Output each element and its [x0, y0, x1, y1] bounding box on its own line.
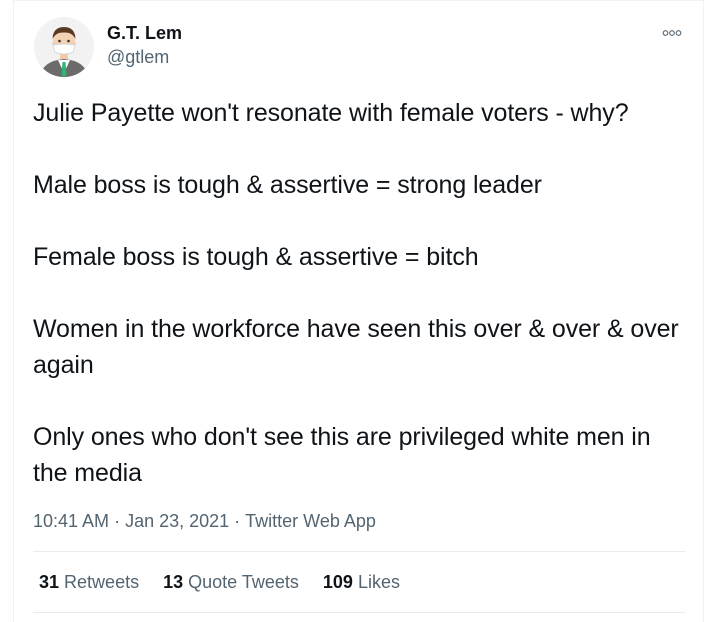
likes-stat[interactable]: 109 Likes [323, 571, 400, 593]
masked-man-avatar-icon [34, 17, 94, 77]
avatar[interactable] [34, 17, 94, 77]
tweet-paragraph: Julie Payette won't resonate with female… [33, 99, 629, 127]
author-handle[interactable]: @gtlem [107, 46, 169, 68]
quote-tweets-label: Quote Tweets [188, 572, 299, 592]
divider [33, 612, 685, 613]
likes-count: 109 [322, 572, 353, 592]
tweet-card: G.T. Lem @gtlem Julie Payette won't reso… [13, 0, 704, 622]
engagement-stats: 31 Retweets 13 Quote Tweets 109 Likes [39, 571, 400, 593]
retweets-label: Retweets [64, 572, 140, 592]
tweet-metadata: 10:41 AM · Jan 23, 2021 · Twitter Web App [33, 509, 376, 533]
tweet-paragraph: Women in the workforce have seen this ov… [33, 315, 679, 379]
tweet-source-link[interactable]: Twitter Web App [245, 511, 376, 531]
meta-separator: · [114, 511, 121, 531]
quote-tweets-stat[interactable]: 13 Quote Tweets [163, 571, 299, 593]
tweet-timestamp-link[interactable]: 10:41 AM · Jan 23, 2021 [33, 511, 229, 531]
tweet-text: Julie Payette won't resonate with female… [33, 95, 688, 491]
more-options-button[interactable] [660, 23, 684, 43]
meta-separator: · [234, 511, 241, 531]
divider [33, 551, 685, 552]
more-horizontal-icon [662, 30, 682, 36]
likes-label: Likes [357, 572, 400, 592]
quote-tweets-count: 13 [163, 572, 184, 592]
tweet-paragraph: Female boss is tough & assertive = bitch [33, 243, 479, 271]
tweet-paragraph: Only ones who don't see this are privile… [33, 423, 651, 487]
retweets-stat[interactable]: 31 Retweets [39, 571, 139, 593]
author-display-name[interactable]: G.T. Lem [107, 22, 182, 44]
tweet-date: Jan 23, 2021 [125, 511, 230, 531]
tweet-time: 10:41 AM [33, 511, 110, 531]
retweets-count: 31 [39, 572, 60, 592]
tweet-paragraph: Male boss is tough & assertive = strong … [33, 171, 542, 199]
